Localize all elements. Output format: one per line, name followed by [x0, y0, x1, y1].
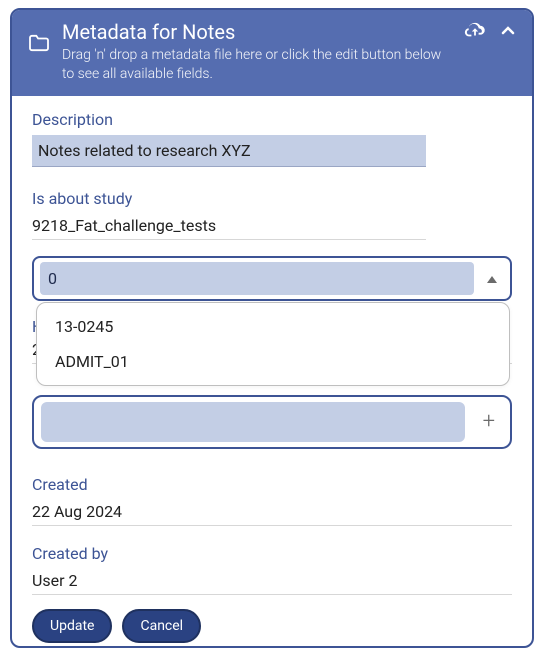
study-dropdown: 13-0245 ADMIT_01 [36, 302, 510, 386]
study-search-input[interactable] [40, 262, 474, 295]
button-row: Update Cancel [32, 609, 512, 643]
description-label: Description [32, 110, 512, 129]
header-icons [464, 22, 516, 44]
created-by-label: Created by [32, 544, 512, 563]
study-label: Is about study [32, 189, 512, 208]
created-field: Created 22 Aug 2024 [32, 475, 512, 526]
add-combo[interactable]: + [32, 395, 512, 449]
folder-icon [28, 34, 50, 56]
update-button[interactable]: Update [32, 609, 112, 643]
collapse-icon[interactable] [500, 23, 516, 43]
panel-title: Metadata for Notes [62, 20, 452, 44]
cancel-button[interactable]: Cancel [122, 609, 201, 643]
study-search-inner [40, 262, 474, 295]
panel-header: Metadata for Notes Drag 'n' drop a metad… [12, 10, 532, 96]
description-input[interactable] [32, 135, 426, 167]
dropdown-option-0[interactable]: 13-0245 [37, 309, 509, 344]
dropdown-option-1[interactable]: ADMIT_01 [37, 344, 509, 379]
upload-icon[interactable] [464, 22, 486, 44]
created-value: 22 Aug 2024 [32, 500, 512, 526]
plus-icon[interactable]: + [475, 411, 503, 433]
metadata-panel: Metadata for Notes Drag 'n' drop a metad… [10, 8, 534, 648]
description-field: Description [32, 110, 512, 167]
panel-title-block: Metadata for Notes Drag 'n' drop a metad… [62, 20, 452, 84]
panel-body: Description Is about study 9218_Fat_chal… [12, 96, 532, 648]
add-combo-inner[interactable] [41, 402, 465, 442]
panel-subtitle: Drag 'n' drop a metadata file here or cl… [62, 46, 452, 84]
study-value: 9218_Fat_challenge_tests [32, 214, 426, 240]
created-by-value: User 2 [32, 569, 512, 595]
created-by-field: Created by User 2 [32, 544, 512, 595]
study-search-combo[interactable]: 13-0245 ADMIT_01 [32, 256, 512, 301]
study-field: Is about study 9218_Fat_challenge_tests [32, 189, 512, 240]
created-label: Created [32, 475, 512, 494]
dropdown-collapse-icon[interactable] [480, 269, 504, 288]
